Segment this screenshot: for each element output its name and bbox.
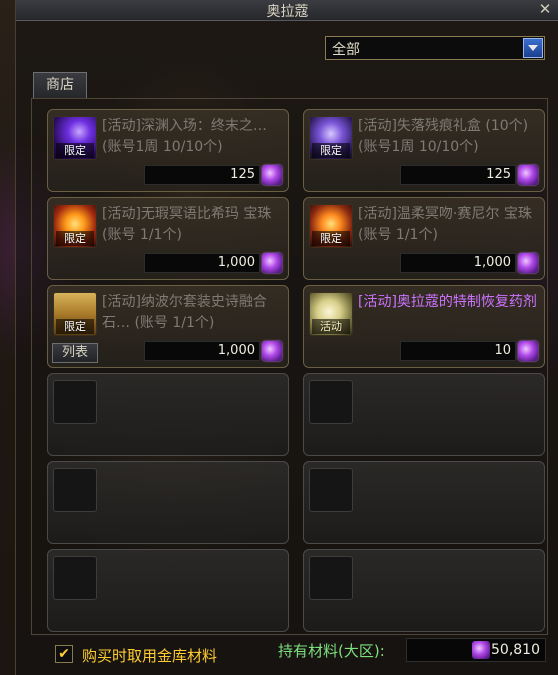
item-name: [活动]失落残痕礼盒 (10个) (账号1周 10/10个) [358, 118, 529, 155]
event-badge: 活动 [312, 319, 350, 334]
shop-window: 奥拉蔻 ✕ 全部 商店 限定 [活动]深渊入场：终末之… (账号1周 10/10… [15, 0, 558, 675]
orb-icon: 限定 [53, 204, 97, 248]
item-name: [活动]无瑕冥语比希玛 宝珠 (账号 1/1个) [102, 206, 272, 243]
empty-slot [303, 461, 545, 544]
crystal-currency-icon [518, 165, 538, 185]
empty-slot [303, 373, 545, 456]
item-price: 1,000 [144, 253, 260, 273]
orb-icon: 限定 [309, 204, 353, 248]
item-name: [活动]纳波尔套装史诗融合石… (账号 1/1个) [102, 294, 267, 331]
item-price: 125 [144, 165, 260, 185]
chevron-down-icon[interactable] [523, 38, 543, 58]
potion-icon: 活动 [309, 292, 353, 336]
use-vault-checkbox[interactable]: ✔ [55, 645, 73, 663]
crystal-currency-icon [518, 341, 538, 361]
empty-icon-slot [53, 380, 97, 424]
category-dropdown[interactable]: 全部 [325, 36, 545, 60]
shop-item[interactable]: 活动 [活动]奥拉蔻的特制恢复药剂 10 [303, 285, 545, 368]
empty-icon-slot [309, 380, 353, 424]
list-button[interactable]: 列表 [52, 343, 98, 363]
material-amount-box: 50,810 [406, 638, 546, 662]
empty-icon-slot [53, 468, 97, 512]
category-selected: 全部 [332, 42, 360, 58]
lost-trace-box-icon: 限定 [309, 116, 353, 160]
empty-slot [47, 549, 289, 632]
empty-slot [47, 461, 289, 544]
crystal-currency-icon [518, 253, 538, 273]
abyss-ticket-icon: 限定 [53, 116, 97, 160]
tab-shop[interactable]: 商店 [33, 72, 87, 98]
item-name: [活动]深渊入场：终末之… (账号1周 10/10个) [102, 118, 267, 155]
empty-icon-slot [53, 556, 97, 600]
limited-badge: 限定 [312, 231, 350, 246]
shop-item[interactable]: 限定 [活动]无瑕冥语比希玛 宝珠 (账号 1/1个) 1,000 [47, 197, 289, 280]
item-name: [活动]温柔冥吻·赛尼尔 宝珠 (账号 1/1个) [358, 206, 532, 243]
limited-badge: 限定 [56, 231, 94, 246]
shop-item[interactable]: 限定 [活动]深渊入场：终末之… (账号1周 10/10个) 125 [47, 109, 289, 192]
window-title: 奥拉蔻 [266, 4, 309, 20]
shop-item[interactable]: 限定 [活动]纳波尔套装史诗融合石… (账号 1/1个) 列表 1,000 [47, 285, 289, 368]
crystal-currency-icon [262, 165, 282, 185]
use-vault-label: 购买时取用金库材料 [82, 647, 218, 665]
item-price: 125 [400, 165, 516, 185]
empty-slot [47, 373, 289, 456]
empty-icon-slot [309, 468, 353, 512]
limited-badge: 限定 [56, 319, 94, 334]
item-name: [活动]奥拉蔻的特制恢复药剂 [358, 294, 537, 310]
title-bar[interactable]: 奥拉蔻 ✕ [16, 0, 558, 21]
item-grid: 限定 [活动]深渊入场：终末之… (账号1周 10/10个) 125 限定 [活… [31, 98, 548, 635]
item-price: 10 [400, 341, 516, 361]
item-price: 1,000 [144, 341, 260, 361]
limited-badge: 限定 [312, 143, 350, 158]
shop-item[interactable]: 限定 [活动]失落残痕礼盒 (10个) (账号1周 10/10个) 125 [303, 109, 545, 192]
crystal-currency-icon [472, 641, 490, 659]
crystal-currency-icon [262, 341, 282, 361]
empty-icon-slot [309, 556, 353, 600]
crystal-currency-icon [262, 253, 282, 273]
material-amount: 50,810 [491, 642, 540, 658]
empty-slot [303, 549, 545, 632]
limited-badge: 限定 [56, 143, 94, 158]
fusion-stone-icon: 限定 [53, 292, 97, 336]
item-price: 1,000 [400, 253, 516, 273]
shop-item[interactable]: 限定 [活动]温柔冥吻·赛尼尔 宝珠 (账号 1/1个) 1,000 [303, 197, 545, 280]
material-label: 持有材料(大区): [278, 642, 385, 660]
close-icon[interactable]: ✕ [537, 0, 553, 18]
